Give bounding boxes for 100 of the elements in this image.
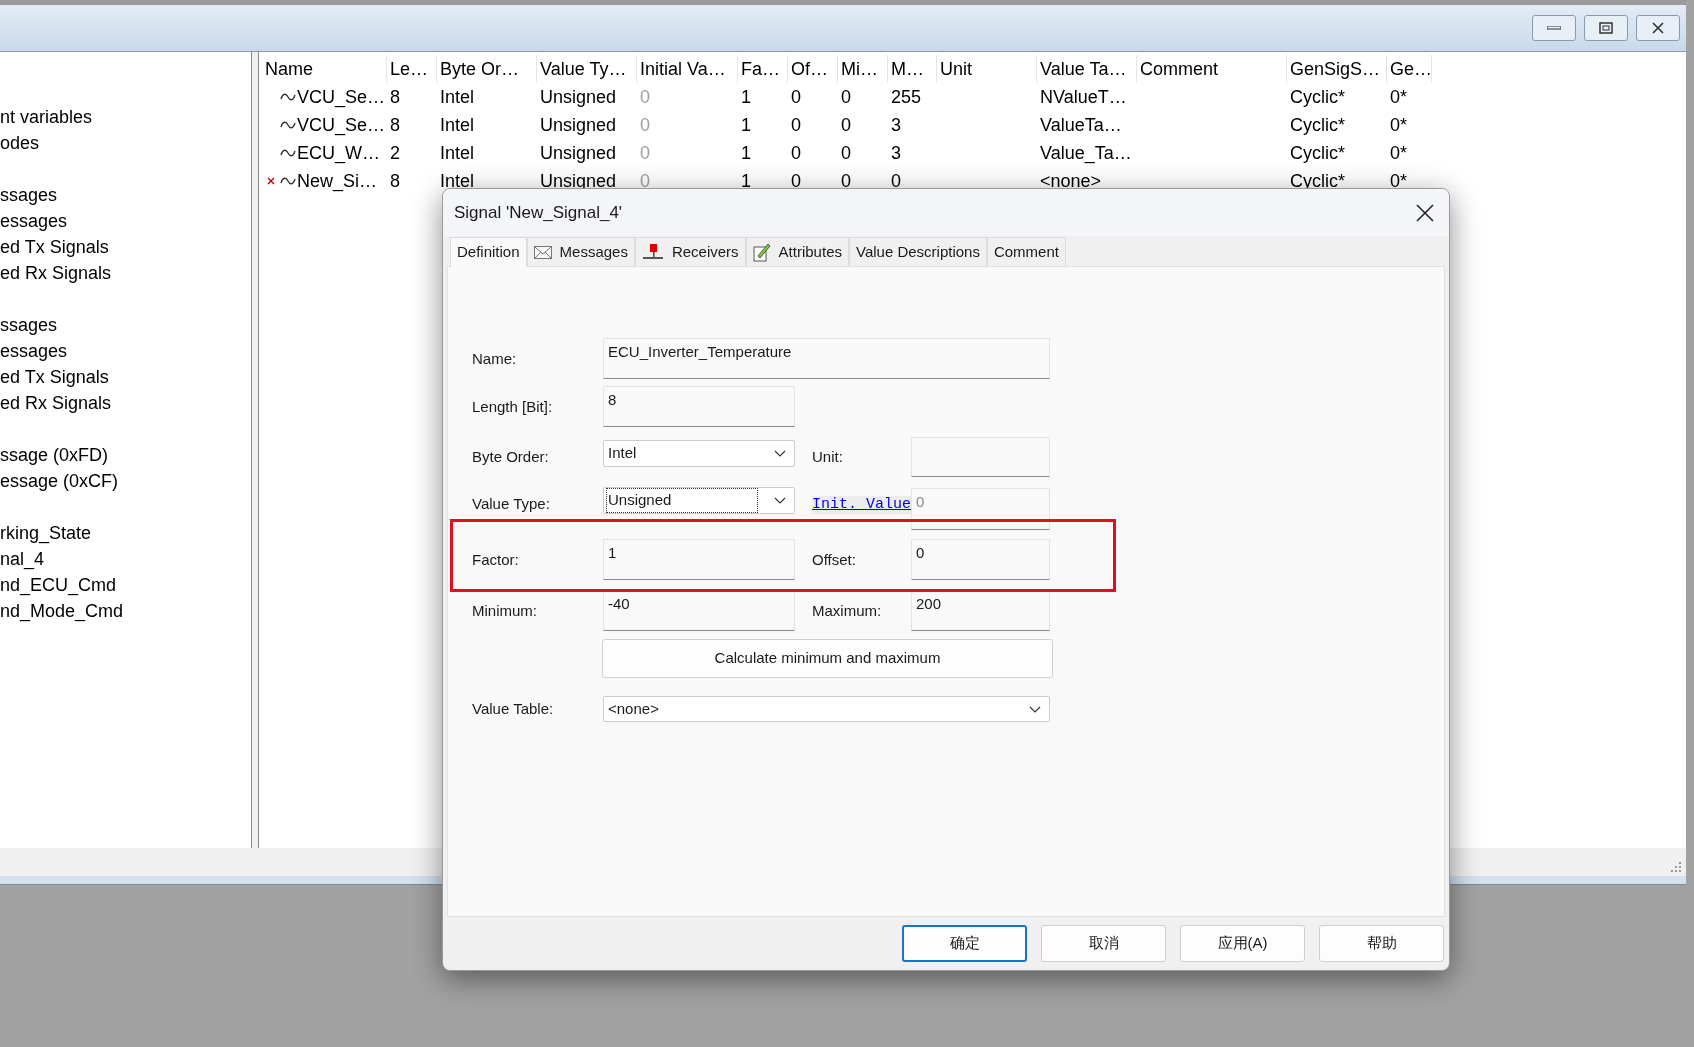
tree-item[interactable]: ssage (0xFD): [0, 442, 251, 468]
text-field[interactable]: [911, 437, 1050, 477]
maximize-button[interactable]: [1584, 15, 1628, 41]
table-cell-text: VCU_Se…: [297, 113, 386, 138]
table-cell-text: 0: [640, 141, 650, 165]
tree-item[interactable]: essages: [0, 208, 251, 234]
dialog-button[interactable]: 取消: [1041, 925, 1166, 962]
table-cell-text: 1: [741, 141, 751, 165]
tree-item[interactable]: nd_ECU_Cmd: [0, 572, 251, 598]
column-header[interactable]: Byte Or…: [437, 55, 537, 83]
tree-item[interactable]: nd_Mode_Cmd: [0, 598, 251, 624]
table-cell-text: Unsigned: [540, 169, 617, 193]
table-cell-text: 3: [891, 113, 901, 137]
field-label: Value Table:: [472, 700, 555, 718]
column-header[interactable]: Name: [262, 55, 387, 83]
column-header[interactable]: M…: [888, 55, 937, 83]
table-cell-text: 2: [390, 141, 400, 165]
dropdown[interactable]: <none>: [603, 696, 1050, 722]
column-header[interactable]: Le…: [387, 55, 437, 83]
table-cell-text: 0: [640, 169, 650, 193]
table-cell-text: Intel: [440, 141, 475, 165]
table-cell-text: 0*: [1390, 113, 1407, 137]
tree-item[interactable]: ed Tx Signals: [0, 234, 251, 260]
minimize-icon: [1547, 26, 1561, 30]
table-cell-text: Unsigned: [540, 85, 617, 109]
table-cell-text: 0: [791, 113, 801, 137]
table-cell-text: 0: [841, 113, 851, 137]
signal-wave-icon: [280, 120, 296, 130]
tree-item[interactable]: nal_4: [0, 546, 251, 572]
table-cell-text: Cyclic*: [1290, 141, 1345, 165]
signal-wave-icon: [280, 148, 296, 158]
tab[interactable]: Attributes: [745, 237, 849, 266]
maximize-icon: [1599, 22, 1613, 34]
table-cell-text: 0*: [1390, 85, 1407, 109]
tree-item[interactable]: rking_State: [0, 520, 251, 546]
tree-item[interactable]: ssages: [0, 312, 251, 338]
field-label: Name:: [472, 349, 518, 368]
column-header[interactable]: Mi…: [838, 55, 888, 83]
tree-item[interactable]: ed Rx Signals: [0, 390, 251, 416]
dialog-button[interactable]: 确定: [902, 925, 1027, 962]
table-cell-text: Unsigned: [540, 113, 617, 137]
signal-wave-icon: [280, 92, 296, 102]
tree-item[interactable]: odes: [0, 130, 251, 156]
tab[interactable]: Messages: [526, 237, 635, 266]
field-label: Maximum:: [812, 601, 883, 620]
table-cell-text: 1: [741, 113, 751, 137]
text-field[interactable]: ECU_Inverter_Temperature: [603, 338, 1050, 379]
table-cell-text: 0: [640, 113, 650, 137]
table-cell-text: ECU_W…: [297, 141, 380, 166]
tab[interactable]: Definition: [450, 237, 527, 267]
table-cell-text: VCU_Se…: [297, 85, 386, 110]
field-label: Byte Order:: [472, 448, 550, 466]
dialog-button[interactable]: 帮助: [1319, 925, 1444, 962]
minimize-button[interactable]: [1532, 15, 1576, 41]
dialog-button[interactable]: 应用(A): [1180, 925, 1305, 962]
table-cell-text: 8: [390, 85, 400, 109]
column-header[interactable]: Comment: [1137, 55, 1287, 83]
dialog-title: Signal 'New_Signal_4': [454, 201, 623, 224]
dropdown[interactable]: Intel: [603, 440, 795, 467]
tab[interactable]: Value Descriptions: [849, 237, 987, 266]
tree-item[interactable]: nt variables: [0, 104, 251, 130]
column-header[interactable]: Ge…: [1387, 55, 1432, 83]
tree-item[interactable]: ssages: [0, 182, 251, 208]
column-header[interactable]: Value Ta…: [1037, 55, 1137, 83]
field-label: Offset:: [812, 550, 857, 569]
tree-item[interactable]: essage (0xCF): [0, 468, 251, 494]
table-cell-text: 0: [841, 141, 851, 165]
chevron-down-icon: [774, 497, 786, 504]
table-cell-text: 0: [891, 169, 901, 193]
resize-grip-icon[interactable]: [1670, 861, 1682, 873]
column-header[interactable]: Unit: [937, 55, 1037, 83]
table-cell-text: 0: [841, 85, 851, 109]
text-field[interactable]: 1: [603, 539, 795, 580]
text-field[interactable]: -40: [603, 590, 795, 631]
column-header[interactable]: GenSigS…: [1287, 55, 1387, 83]
table-cell-text: 1: [741, 169, 751, 193]
table-cell-text: 0: [791, 169, 801, 193]
tree-item[interactable]: ed Tx Signals: [0, 364, 251, 390]
table-cell-text: 0: [791, 141, 801, 165]
tab[interactable]: Receivers: [634, 237, 746, 266]
field-label: Length [Bit]:: [472, 397, 554, 416]
field-label: Minimum:: [472, 601, 538, 620]
column-header[interactable]: Value Ty…: [537, 55, 637, 83]
tab[interactable]: Comment: [986, 237, 1066, 266]
table-cell-text: 0: [841, 169, 851, 193]
text-field[interactable]: 0: [911, 539, 1050, 580]
column-header[interactable]: Initial Va…: [637, 55, 738, 83]
text-field[interactable]: 200: [911, 590, 1050, 631]
table-cell-text: Intel: [440, 85, 475, 109]
column-header[interactable]: Fa…: [738, 55, 788, 83]
dropdown[interactable]: Unsigned: [603, 487, 795, 514]
init-value-link[interactable]: Init. Value: [812, 496, 912, 514]
text-field[interactable]: 8: [603, 386, 795, 427]
column-header[interactable]: Of…: [788, 55, 838, 83]
tree-item[interactable]: ed Rx Signals: [0, 260, 251, 286]
envelope-icon: [533, 245, 552, 259]
field-label: Value Type:: [472, 495, 551, 513]
calculate-button[interactable]: Calculate minimum and maximum: [602, 639, 1053, 678]
tree-item[interactable]: essages: [0, 338, 251, 364]
table-cell-text: 0: [791, 85, 801, 109]
